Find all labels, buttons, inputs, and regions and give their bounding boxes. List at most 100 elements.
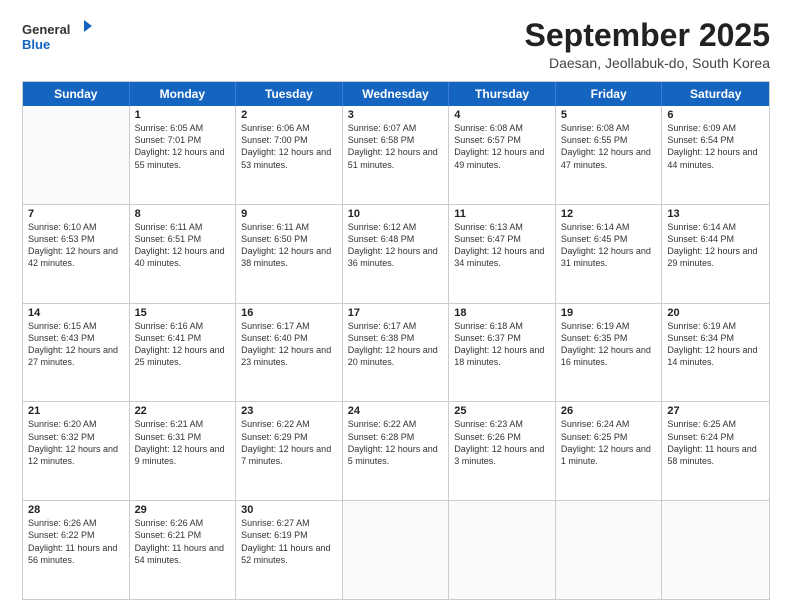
daylight-text: Daylight: 12 hours and 12 minutes. (28, 443, 124, 467)
day-number: 7 (28, 208, 124, 220)
sunset-text: Sunset: 6:40 PM (241, 332, 337, 344)
month-title: September 2025 (525, 18, 770, 53)
calendar-day-5: 5Sunrise: 6:08 AMSunset: 6:55 PMDaylight… (556, 106, 663, 204)
calendar-empty-4-6 (662, 501, 769, 599)
calendar-day-23: 23Sunrise: 6:22 AMSunset: 6:29 PMDayligh… (236, 402, 343, 500)
sunrise-text: Sunrise: 6:11 AM (241, 221, 337, 233)
sunrise-text: Sunrise: 6:20 AM (28, 418, 124, 430)
day-number: 23 (241, 405, 337, 417)
calendar-day-15: 15Sunrise: 6:16 AMSunset: 6:41 PMDayligh… (130, 304, 237, 402)
header-day-monday: Monday (130, 82, 237, 106)
day-number: 12 (561, 208, 657, 220)
sunset-text: Sunset: 6:21 PM (135, 529, 231, 541)
calendar-day-4: 4Sunrise: 6:08 AMSunset: 6:57 PMDaylight… (449, 106, 556, 204)
sunset-text: Sunset: 6:54 PM (667, 134, 764, 146)
header: General Blue September 2025 Daesan, Jeol… (22, 18, 770, 71)
sunset-text: Sunset: 6:38 PM (348, 332, 444, 344)
header-day-wednesday: Wednesday (343, 82, 450, 106)
header-day-tuesday: Tuesday (236, 82, 343, 106)
calendar-header-row: SundayMondayTuesdayWednesdayThursdayFrid… (23, 82, 769, 106)
calendar-day-26: 26Sunrise: 6:24 AMSunset: 6:25 PMDayligh… (556, 402, 663, 500)
daylight-text: Daylight: 12 hours and 7 minutes. (241, 443, 337, 467)
calendar-day-14: 14Sunrise: 6:15 AMSunset: 6:43 PMDayligh… (23, 304, 130, 402)
sunset-text: Sunset: 6:41 PM (135, 332, 231, 344)
sunrise-text: Sunrise: 6:08 AM (454, 122, 550, 134)
calendar-day-13: 13Sunrise: 6:14 AMSunset: 6:44 PMDayligh… (662, 205, 769, 303)
sunrise-text: Sunrise: 6:13 AM (454, 221, 550, 233)
daylight-text: Daylight: 12 hours and 18 minutes. (454, 344, 550, 368)
calendar-day-2: 2Sunrise: 6:06 AMSunset: 7:00 PMDaylight… (236, 106, 343, 204)
calendar-day-1: 1Sunrise: 6:05 AMSunset: 7:01 PMDaylight… (130, 106, 237, 204)
day-number: 27 (667, 405, 764, 417)
sunrise-text: Sunrise: 6:12 AM (348, 221, 444, 233)
daylight-text: Daylight: 12 hours and 14 minutes. (667, 344, 764, 368)
logo: General Blue (22, 18, 92, 58)
day-number: 16 (241, 307, 337, 319)
day-number: 8 (135, 208, 231, 220)
calendar-empty-0-0 (23, 106, 130, 204)
sunset-text: Sunset: 6:47 PM (454, 233, 550, 245)
svg-text:General: General (22, 22, 70, 37)
calendar-day-20: 20Sunrise: 6:19 AMSunset: 6:34 PMDayligh… (662, 304, 769, 402)
sunrise-text: Sunrise: 6:05 AM (135, 122, 231, 134)
daylight-text: Daylight: 12 hours and 44 minutes. (667, 146, 764, 170)
daylight-text: Daylight: 12 hours and 51 minutes. (348, 146, 444, 170)
day-number: 24 (348, 405, 444, 417)
sunset-text: Sunset: 6:28 PM (348, 431, 444, 443)
daylight-text: Daylight: 12 hours and 38 minutes. (241, 245, 337, 269)
day-number: 10 (348, 208, 444, 220)
calendar-day-27: 27Sunrise: 6:25 AMSunset: 6:24 PMDayligh… (662, 402, 769, 500)
calendar-day-10: 10Sunrise: 6:12 AMSunset: 6:48 PMDayligh… (343, 205, 450, 303)
sunset-text: Sunset: 6:31 PM (135, 431, 231, 443)
calendar-week-4: 21Sunrise: 6:20 AMSunset: 6:32 PMDayligh… (23, 401, 769, 500)
sunset-text: Sunset: 6:34 PM (667, 332, 764, 344)
sunset-text: Sunset: 6:50 PM (241, 233, 337, 245)
sunrise-text: Sunrise: 6:25 AM (667, 418, 764, 430)
daylight-text: Daylight: 11 hours and 52 minutes. (241, 542, 337, 566)
location: Daesan, Jeollabuk-do, South Korea (525, 55, 770, 71)
header-day-sunday: Sunday (23, 82, 130, 106)
sunset-text: Sunset: 6:24 PM (667, 431, 764, 443)
day-number: 17 (348, 307, 444, 319)
day-number: 3 (348, 109, 444, 121)
sunset-text: Sunset: 6:51 PM (135, 233, 231, 245)
sunrise-text: Sunrise: 6:27 AM (241, 517, 337, 529)
calendar-empty-4-4 (449, 501, 556, 599)
daylight-text: Daylight: 12 hours and 25 minutes. (135, 344, 231, 368)
sunset-text: Sunset: 6:55 PM (561, 134, 657, 146)
sunrise-text: Sunrise: 6:26 AM (28, 517, 124, 529)
sunrise-text: Sunrise: 6:14 AM (561, 221, 657, 233)
daylight-text: Daylight: 12 hours and 34 minutes. (454, 245, 550, 269)
daylight-text: Daylight: 11 hours and 56 minutes. (28, 542, 124, 566)
logo-svg: General Blue (22, 18, 92, 58)
day-number: 28 (28, 504, 124, 516)
sunrise-text: Sunrise: 6:26 AM (135, 517, 231, 529)
daylight-text: Daylight: 12 hours and 42 minutes. (28, 245, 124, 269)
sunset-text: Sunset: 6:22 PM (28, 529, 124, 541)
day-number: 13 (667, 208, 764, 220)
calendar-day-28: 28Sunrise: 6:26 AMSunset: 6:22 PMDayligh… (23, 501, 130, 599)
sunset-text: Sunset: 6:35 PM (561, 332, 657, 344)
daylight-text: Daylight: 12 hours and 53 minutes. (241, 146, 337, 170)
page: General Blue September 2025 Daesan, Jeol… (0, 0, 792, 612)
daylight-text: Daylight: 11 hours and 54 minutes. (135, 542, 231, 566)
calendar-day-17: 17Sunrise: 6:17 AMSunset: 6:38 PMDayligh… (343, 304, 450, 402)
sunrise-text: Sunrise: 6:17 AM (241, 320, 337, 332)
day-number: 26 (561, 405, 657, 417)
calendar-day-25: 25Sunrise: 6:23 AMSunset: 6:26 PMDayligh… (449, 402, 556, 500)
header-day-friday: Friday (556, 82, 663, 106)
sunset-text: Sunset: 6:29 PM (241, 431, 337, 443)
daylight-text: Daylight: 12 hours and 49 minutes. (454, 146, 550, 170)
calendar-empty-4-5 (556, 501, 663, 599)
sunrise-text: Sunrise: 6:22 AM (348, 418, 444, 430)
sunset-text: Sunset: 6:26 PM (454, 431, 550, 443)
day-number: 22 (135, 405, 231, 417)
daylight-text: Daylight: 12 hours and 20 minutes. (348, 344, 444, 368)
header-day-thursday: Thursday (449, 82, 556, 106)
sunset-text: Sunset: 6:25 PM (561, 431, 657, 443)
day-number: 29 (135, 504, 231, 516)
calendar-day-22: 22Sunrise: 6:21 AMSunset: 6:31 PMDayligh… (130, 402, 237, 500)
sunset-text: Sunset: 6:43 PM (28, 332, 124, 344)
calendar-week-2: 7Sunrise: 6:10 AMSunset: 6:53 PMDaylight… (23, 204, 769, 303)
calendar-day-29: 29Sunrise: 6:26 AMSunset: 6:21 PMDayligh… (130, 501, 237, 599)
